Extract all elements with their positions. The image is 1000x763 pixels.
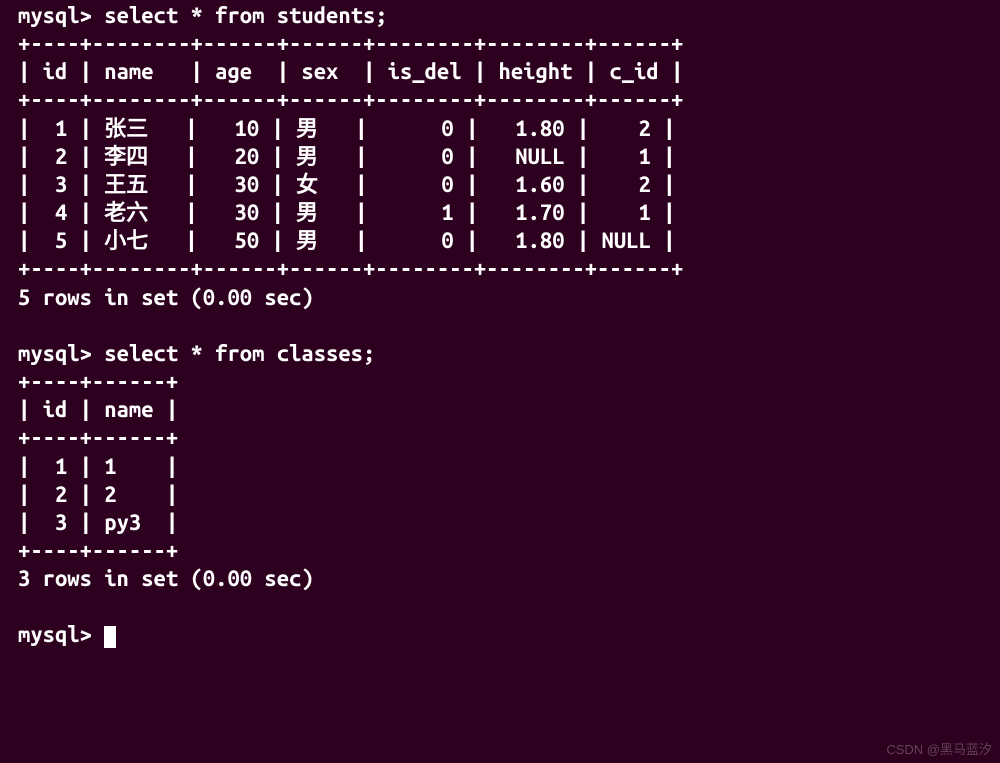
mysql-prompt: mysql> [18, 3, 92, 28]
classes-table-border-mid: +----+------+ [18, 425, 178, 450]
sql-query-students: select * from students; [104, 3, 387, 28]
watermark-text: CSDN @黑马蓝汐 [886, 742, 992, 759]
students-table-header: | id | name | age | sex | is_del | heigh… [18, 59, 683, 84]
prompt-line-1: mysql> select * from students; [18, 3, 388, 28]
students-footer: 5 rows in set (0.00 sec) [18, 285, 314, 310]
terminal-output[interactable]: mysql> select * from students; +----+---… [0, 0, 1000, 656]
sql-query-classes: select * from classes; [104, 341, 375, 366]
classes-footer: 3 rows in set (0.00 sec) [18, 566, 314, 591]
table-row: | 1 | 张三 | 10 | 男 | 0 | 1.80 | 2 | [18, 116, 675, 141]
students-table-border-top: +----+--------+------+------+--------+--… [18, 31, 683, 56]
mysql-prompt: mysql> [18, 622, 92, 647]
prompt-line-3[interactable]: mysql> [18, 622, 116, 647]
table-row: | 1 | 1 | [18, 454, 178, 479]
table-row: | 2 | 2 | [18, 482, 178, 507]
table-row: | 3 | 王五 | 30 | 女 | 0 | 1.60 | 2 | [18, 172, 675, 197]
table-row: | 4 | 老六 | 30 | 男 | 1 | 1.70 | 1 | [18, 200, 675, 225]
table-row: | 5 | 小七 | 50 | 男 | 0 | 1.80 | NULL | [18, 228, 675, 253]
cursor-icon [104, 626, 116, 648]
table-row: | 2 | 李四 | 20 | 男 | 0 | NULL | 1 | [18, 144, 675, 169]
table-row: | 3 | py3 | [18, 510, 178, 535]
classes-table-border-bottom: +----+------+ [18, 538, 178, 563]
mysql-prompt: mysql> [18, 341, 92, 366]
students-table-border-bottom: +----+--------+------+------+--------+--… [18, 256, 683, 281]
classes-table-header: | id | name | [18, 397, 178, 422]
prompt-line-2: mysql> select * from classes; [18, 341, 375, 366]
classes-table-border-top: +----+------+ [18, 369, 178, 394]
students-table-border-mid: +----+--------+------+------+--------+--… [18, 87, 683, 112]
